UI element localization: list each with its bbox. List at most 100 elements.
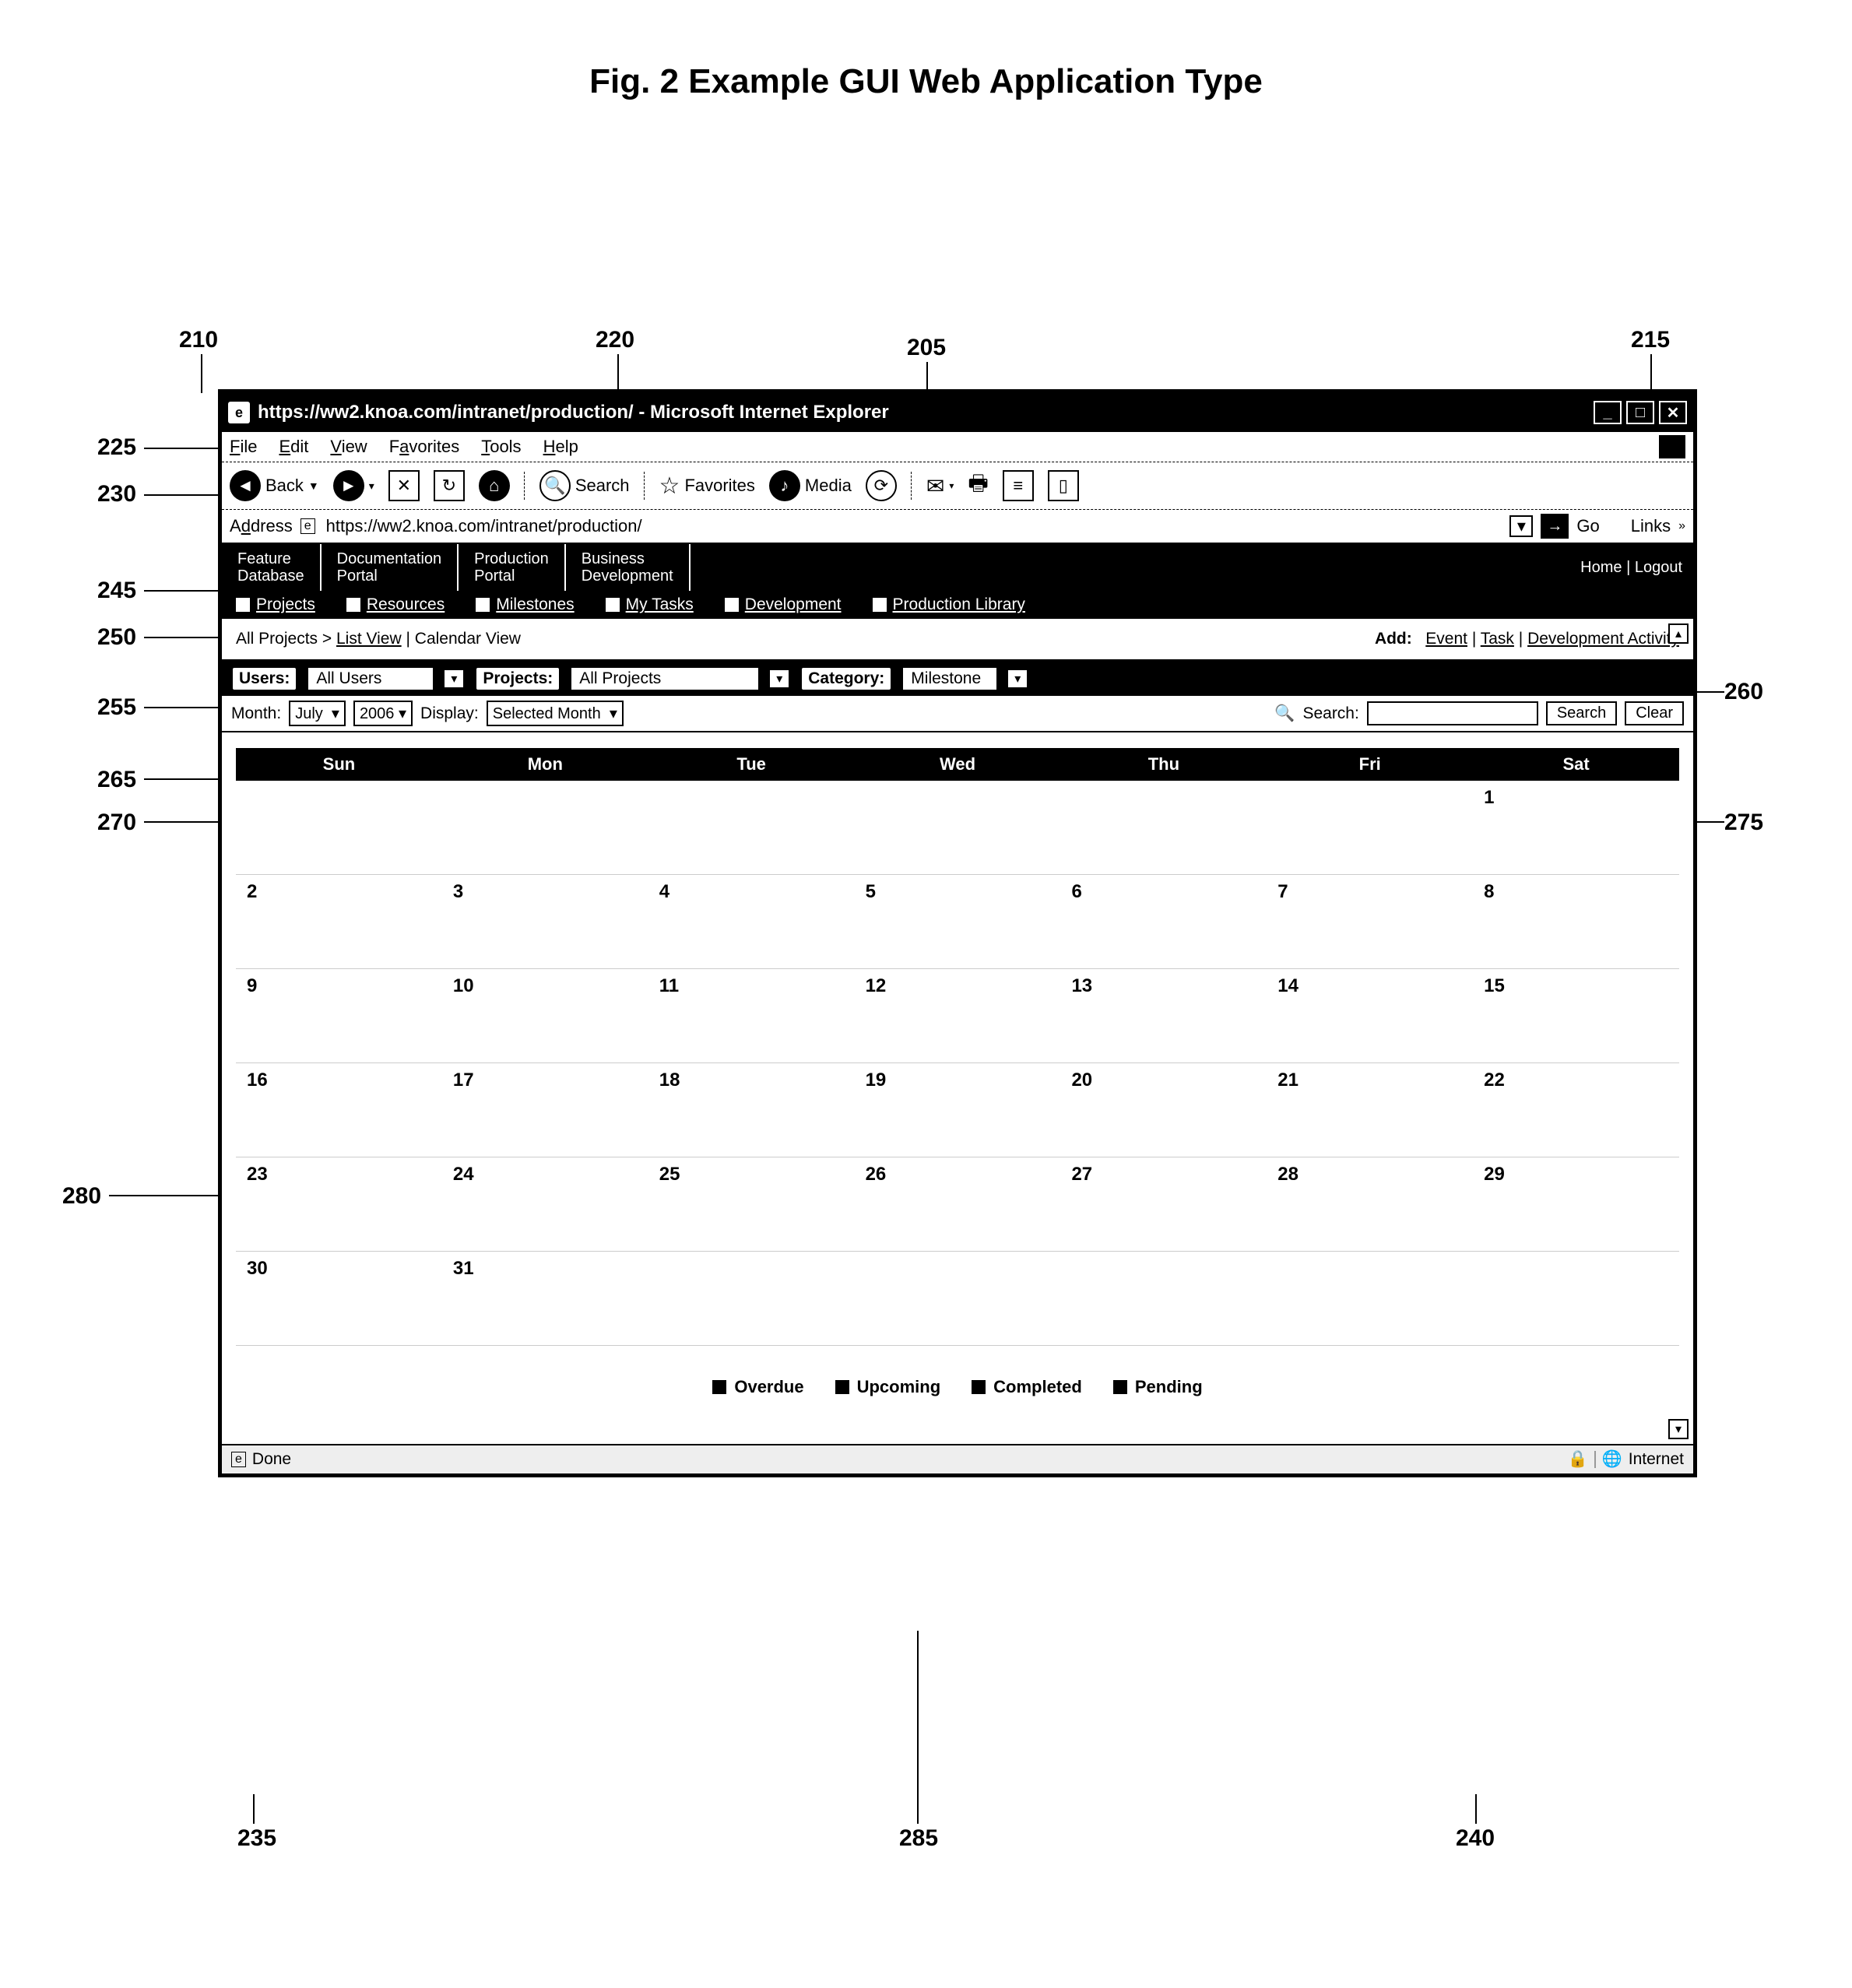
calendar-cell[interactable]: 4 — [648, 875, 855, 968]
calendar-cell[interactable]: 8 — [1473, 875, 1679, 968]
calendar-cell[interactable] — [648, 781, 855, 874]
calendar-cell[interactable]: 6 — [1060, 875, 1267, 968]
calendar-cell[interactable]: 9 — [236, 969, 442, 1062]
logout-link[interactable]: Logout — [1635, 559, 1682, 576]
menu-edit[interactable]: Edit — [279, 437, 308, 457]
calendar-cell[interactable]: 26 — [855, 1157, 1061, 1251]
topnav-tab-2[interactable]: ProductionPortal — [459, 544, 566, 591]
menu-view[interactable]: View — [330, 437, 367, 457]
close-button[interactable]: ✕ — [1659, 401, 1687, 424]
calendar-cell[interactable]: 30 — [236, 1252, 442, 1345]
search-button[interactable]: 🔍 Search — [539, 470, 630, 501]
calendar-cell[interactable]: 10 — [442, 969, 648, 1062]
calendar-cell[interactable] — [1267, 1252, 1473, 1345]
calendar-cell[interactable]: 14 — [1267, 969, 1473, 1062]
display-select[interactable]: Selected Month ▾ — [487, 701, 624, 726]
calendar-cell[interactable]: 11 — [648, 969, 855, 1062]
subnav-item-0[interactable]: Projects — [236, 595, 315, 614]
subnav-item-4[interactable]: Development — [725, 595, 842, 614]
clear-button[interactable]: Clear — [1625, 701, 1684, 725]
menu-help[interactable]: Help — [543, 437, 578, 457]
back-button[interactable]: ◄ Back ▼ — [230, 470, 319, 501]
category-dropdown[interactable]: ▾ — [1007, 669, 1028, 688]
topnav-tab-3[interactable]: BusinessDevelopment — [566, 544, 691, 591]
calendar-cell[interactable]: 27 — [1060, 1157, 1267, 1251]
calendar-cell[interactable]: 2 — [236, 875, 442, 968]
calendar-cell[interactable] — [236, 781, 442, 874]
add-event-link[interactable]: Event — [1425, 630, 1467, 648]
calendar-cell[interactable]: 22 — [1473, 1063, 1679, 1157]
calendar-cell[interactable] — [855, 781, 1061, 874]
calendar-cell[interactable]: 23 — [236, 1157, 442, 1251]
search-input[interactable] — [1367, 701, 1538, 725]
favorites-button[interactable]: ☆ Favorites — [659, 472, 755, 500]
callout-245: 245 — [97, 578, 136, 604]
projects-dropdown[interactable]: ▾ — [769, 669, 789, 688]
mail-button[interactable]: ✉▾ — [926, 473, 954, 499]
calendar-cell[interactable]: 17 — [442, 1063, 648, 1157]
topnav-tab-0[interactable]: FeatureDatabase — [222, 544, 322, 591]
stop-button[interactable]: ✕ — [388, 470, 420, 501]
edit-button[interactable]: ≡ — [1003, 470, 1034, 501]
maximize-button[interactable]: □ — [1626, 401, 1654, 424]
calendar-cell[interactable]: 31 — [442, 1252, 648, 1345]
calendar-cell[interactable]: 12 — [855, 969, 1061, 1062]
calendar-cell[interactable] — [1060, 781, 1267, 874]
address-input[interactable] — [323, 513, 1502, 539]
calendar-cell[interactable] — [1473, 1252, 1679, 1345]
minimize-button[interactable]: _ — [1594, 401, 1622, 424]
refresh-button[interactable]: ↻ — [434, 470, 465, 501]
calendar-day-header: Sat — [1473, 748, 1679, 781]
history-button[interactable]: ⟳ — [866, 470, 897, 501]
calendar-cell[interactable]: 24 — [442, 1157, 648, 1251]
forward-button[interactable]: ► ▾ — [333, 470, 374, 501]
search-button[interactable]: Search — [1546, 701, 1617, 725]
add-dev-activity-link[interactable]: Development Activity — [1527, 630, 1679, 648]
home-link[interactable]: Home — [1580, 559, 1622, 576]
subnav-item-1[interactable]: Resources — [346, 595, 445, 614]
calendar-cell[interactable] — [442, 781, 648, 874]
calendar-cell[interactable]: 7 — [1267, 875, 1473, 968]
calendar-cell[interactable] — [1060, 1252, 1267, 1345]
calendar-cell[interactable] — [648, 1252, 855, 1345]
calendar-cell[interactable]: 28 — [1267, 1157, 1473, 1251]
calendar-cell[interactable]: 25 — [648, 1157, 855, 1251]
calendar-cell[interactable]: 21 — [1267, 1063, 1473, 1157]
calendar-cell[interactable]: 29 — [1473, 1157, 1679, 1251]
subnav-item-3[interactable]: My Tasks — [606, 595, 694, 614]
menu-tools[interactable]: Tools — [481, 437, 521, 457]
list-view-link[interactable]: List View — [336, 630, 402, 648]
calendar-cell[interactable]: 15 — [1473, 969, 1679, 1062]
go-button[interactable]: → — [1541, 514, 1569, 539]
media-button[interactable]: ♪ Media — [769, 470, 852, 501]
calendar-cell[interactable] — [855, 1252, 1061, 1345]
links-label[interactable]: Links — [1631, 516, 1671, 536]
calendar-cell[interactable]: 16 — [236, 1063, 442, 1157]
calendar-cell[interactable]: 18 — [648, 1063, 855, 1157]
calendar-cell[interactable]: 3 — [442, 875, 648, 968]
calendar-cell[interactable] — [1267, 781, 1473, 874]
calendar-cell[interactable]: 13 — [1060, 969, 1267, 1062]
home-button[interactable]: ⌂ — [479, 470, 510, 501]
address-dropdown[interactable]: ▾ — [1509, 515, 1533, 537]
menu-favorites[interactable]: Favorites — [389, 437, 460, 457]
discuss-button[interactable]: ▯ — [1048, 470, 1079, 501]
subnav-item-2[interactable]: Milestones — [476, 595, 574, 614]
subnav-item-5[interactable]: Production Library — [873, 595, 1025, 614]
print-button[interactable]: 🖶 — [968, 467, 988, 504]
calendar-cell[interactable]: 5 — [855, 875, 1061, 968]
year-select[interactable]: 2006 ▾ — [353, 701, 413, 726]
top-nav: FeatureDatabaseDocumentationPortalProduc… — [222, 544, 1693, 591]
calendar-cell[interactable]: 20 — [1060, 1063, 1267, 1157]
title-bar[interactable]: e https://ww2.knoa.com/intranet/producti… — [222, 393, 1693, 432]
add-task-link[interactable]: Task — [1481, 630, 1514, 648]
scroll-down-button[interactable]: ▾ — [1668, 1419, 1689, 1439]
menu-file[interactable]: FFileile — [230, 437, 257, 457]
calendar-row: 9101112131415 — [236, 969, 1679, 1063]
topnav-tab-1[interactable]: DocumentationPortal — [322, 544, 459, 591]
scroll-up-button[interactable]: ▴ — [1668, 623, 1689, 644]
month-select[interactable]: July ▾ — [289, 701, 346, 726]
calendar-cell[interactable]: 19 — [855, 1063, 1061, 1157]
users-dropdown[interactable]: ▾ — [444, 669, 464, 688]
calendar-cell[interactable]: 1 — [1473, 781, 1679, 874]
